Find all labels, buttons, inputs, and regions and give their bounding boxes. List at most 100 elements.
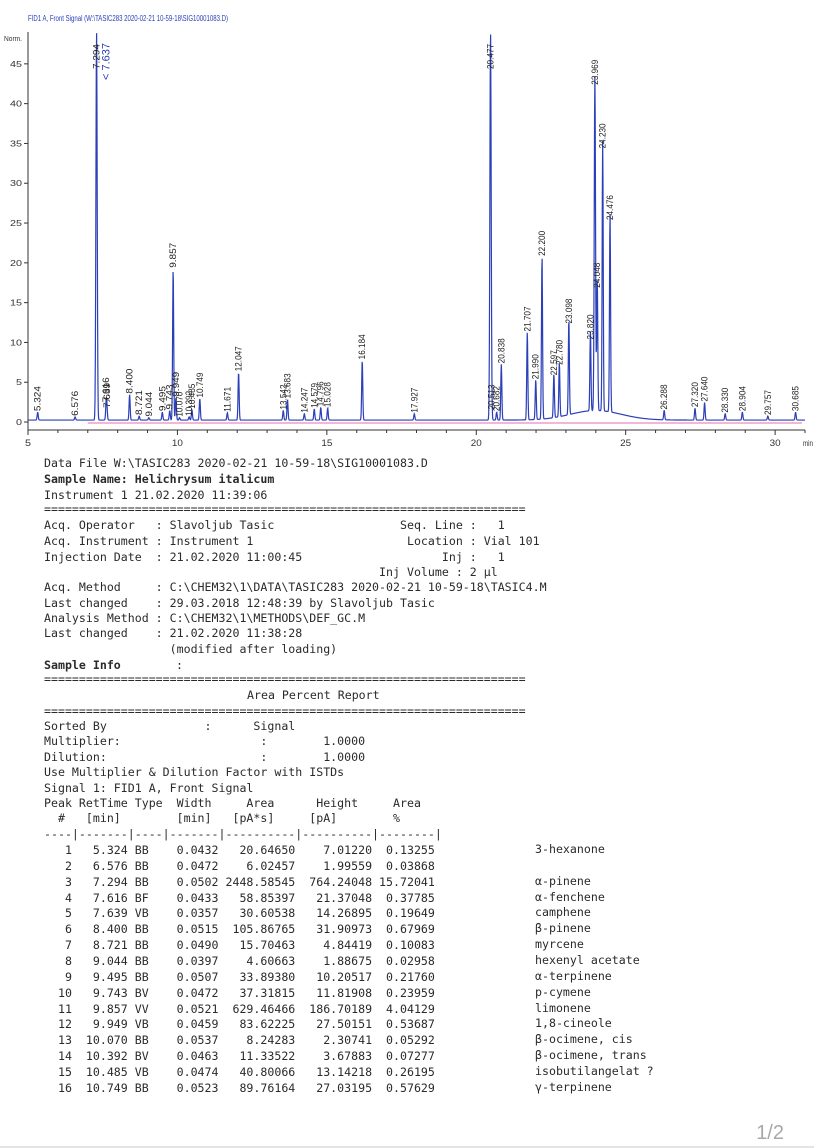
compound-name: α-terpinene [535,968,612,983]
acq-instrument-line: Acq. Instrument : Instrument 1 Location … [44,534,540,548]
compound-name: β-pinene [535,921,591,936]
peak-label: 14.247 [299,388,309,413]
table-row: 3 7.294 BB 0.0502 2448.58545 764.24048 1… [44,874,435,889]
peak-label: 22.200 [537,231,547,256]
table-row: 16 10.749 BB 0.0523 89.76164 27.03195 0.… [44,1080,435,1095]
peak-label: 8.400 [125,369,135,394]
injection-date-line: Injection Date : 21.02.2020 11:00:45 Inj… [44,550,505,564]
acq-method-line: Acq. Method : C:\CHEM32\1\DATA\TASIC283 … [44,580,547,594]
compound-name: 3-hexanone [535,842,605,856]
table-row: 10 9.743 BV 0.0472 37.31815 11.81908 0.2… [44,985,435,1000]
peak-label: 24.476 [605,195,615,220]
y-tick-label: 30 [10,179,23,188]
peak-label: 28.330 [720,388,730,413]
y-tick-label: 20 [10,259,23,268]
peak-label: 15.028 [323,382,333,407]
compound-name: α-fenchene [535,889,605,904]
last-changed-2-line: Last changed : 21.02.2020 11:38:28 [44,626,303,640]
peak-label: 23.820 [585,314,595,339]
peak-label: 23.098 [564,299,574,324]
table-row: 6 8.400 BB 0.0515 105.86765 31.90973 0.6… [44,922,435,937]
table-header-2: # [min] [min] [pA*s] [pA] % [44,811,400,825]
peak-label: 22.780 [554,340,564,365]
compound-name: p-cymene [535,984,591,999]
peak-label: 24.230 [598,123,608,148]
peak-label-marker: < 7.637 [101,43,113,80]
table-row: 1 5.324 BB 0.0432 20.64650 7.01220 0.132… [44,843,435,857]
table-row: 5 7.639 VB 0.0357 30.60538 14.26895 0.19… [44,906,435,921]
peak-label: 20.477 [486,44,496,69]
x-tick-label: 25 [620,438,631,448]
x-tick-label: 5 [25,438,31,448]
table-row: 14 10.392 BV 0.0463 11.33522 3.67883 0.0… [44,1049,435,1064]
compound-name: α-pinene [535,873,591,888]
peak-label: 9.857 [168,243,178,268]
table-row: 12 9.949 VB 0.0459 83.62225 27.50151 0.5… [44,1017,435,1032]
table-row: 2 6.576 BB 0.0472 6.02457 1.99559 0.0386… [44,858,435,873]
y-tick-label: 25 [10,219,23,228]
table-row: 13 10.070 BB 0.0537 8.24283 2.30741 0.05… [44,1033,435,1048]
compound-name: isobutilangelat ? [535,1063,654,1078]
peak-label: 20.682 [492,386,502,411]
peak-label: 10.749 [195,373,205,398]
acq-operator-line: Acq. Operator : Slavoljub Tasic Seq. Lin… [44,518,505,532]
peak-label: 23.969 [590,60,600,85]
table-header-1: Peak RetTime Type Width Area Height Area [44,796,421,810]
inj-volume-line: Inj Volume : 2 µl [44,565,498,579]
signal-line: Signal 1: FID1 A, Front Signal [44,781,254,795]
compound-name: camphene [535,905,591,920]
multiplier-line: Multiplier: : 1.0000 [44,734,366,748]
last-changed-line: Last changed : 29.03.2018 12:48:39 by Sl… [44,596,435,610]
peak-label: 26.288 [659,384,669,409]
table-row: 9 9.495 BB 0.0507 33.89380 10.20517 0.21… [44,969,435,984]
x-axis-label: min [803,439,813,448]
y-tick-label: 5 [16,378,23,387]
table-row: 11 9.857 VV 0.0521 629.46466 186.70189 4… [44,1001,435,1016]
peak-label: 12.047 [234,346,244,371]
y-tick-label: 45 [10,60,23,69]
x-tick-label: 10 [172,438,183,448]
peak-label: 21.707 [522,306,532,331]
x-tick-label: 15 [321,438,332,448]
peak-label: 8.721 [134,390,144,415]
y-tick-label: 0 [16,418,23,427]
report-title: Area Percent Report [247,688,380,702]
y-tick-label: 40 [10,100,23,109]
peak-label: 21.990 [531,354,541,379]
istd-line: Use Multiplier & Dilution Factor with IS… [44,765,345,779]
page-indicator: 1/2 [756,1122,784,1144]
signal-trace [28,33,805,421]
peak-label: 13.683 [282,373,292,398]
peak-label: 20.838 [496,338,506,363]
table-row: 15 10.485 VB 0.0474 40.80066 13.14218 0.… [44,1064,435,1079]
sample-info-label: Sample Info [44,658,121,672]
peak-label: 27.640 [700,377,710,402]
peak-label: 11.671 [222,387,232,412]
dilution-line: Dilution: : 1.0000 [44,750,366,764]
compound-name: hexenyl acetate [535,952,640,967]
peak-label: 16.184 [357,334,367,359]
compound-name: γ-terpinene [535,1079,612,1094]
table-row: 4 7.616 BF 0.0433 58.85397 21.37048 0.37… [44,890,435,905]
peak-label: 24.048 [592,263,602,288]
compound-name: β-ocimene, trans [535,1048,647,1063]
peak-label: 29.757 [763,390,773,415]
compound-name: 1,8-cineole [535,1016,612,1031]
compound-name: β-ocimene, cis [535,1032,633,1047]
table-header-separator: ----|-------|----|-------|----------|---… [44,827,442,841]
peak-label: 5.324 [33,386,43,411]
compound-name: limonene [535,1000,591,1015]
table-row: 8 9.044 BB 0.0397 4.60663 1.88675 0.0295… [44,953,435,968]
y-tick-label: 35 [10,139,23,148]
peak-label: 9.044 [144,392,154,417]
x-tick-label: 20 [471,438,482,448]
y-tick-label: 10 [10,338,23,347]
data-file-line: Data File W:\TASIC283 2020-02-21 10-59-1… [44,456,428,470]
analysis-method-line: Analysis Method : C:\CHEM32\1\METHODS\DE… [44,611,366,625]
x-tick-label: 30 [770,438,781,448]
compound-name: myrcene [535,937,584,952]
separator: ========================================… [44,502,526,516]
sample-name-line: Sample Name: Helichrysum italicum [44,471,274,487]
sorted-by-line: Sorted By : Signal [44,719,296,733]
peak-label: 28.904 [737,386,747,411]
